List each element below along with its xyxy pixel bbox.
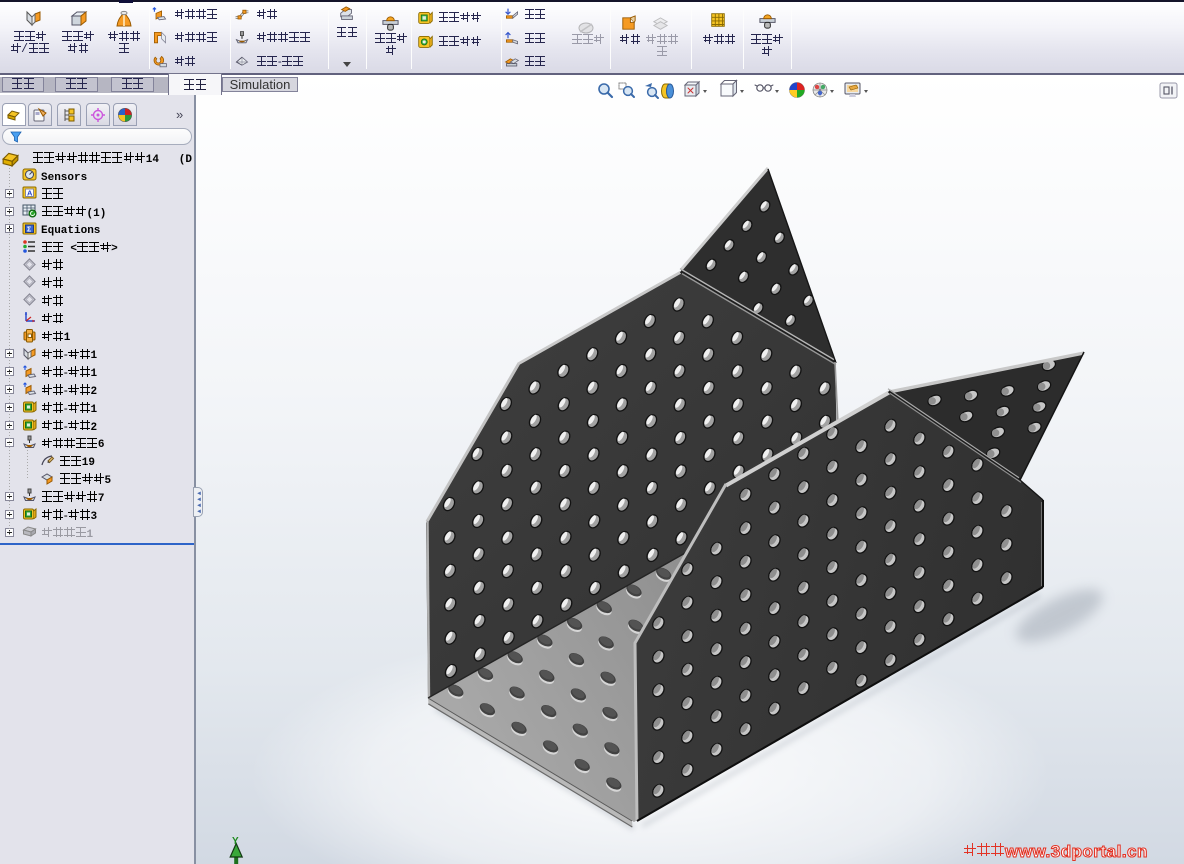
svg-text:Y: Y: [232, 836, 239, 847]
svg-text:A: A: [27, 189, 33, 198]
svg-text:Σ: Σ: [27, 226, 31, 233]
